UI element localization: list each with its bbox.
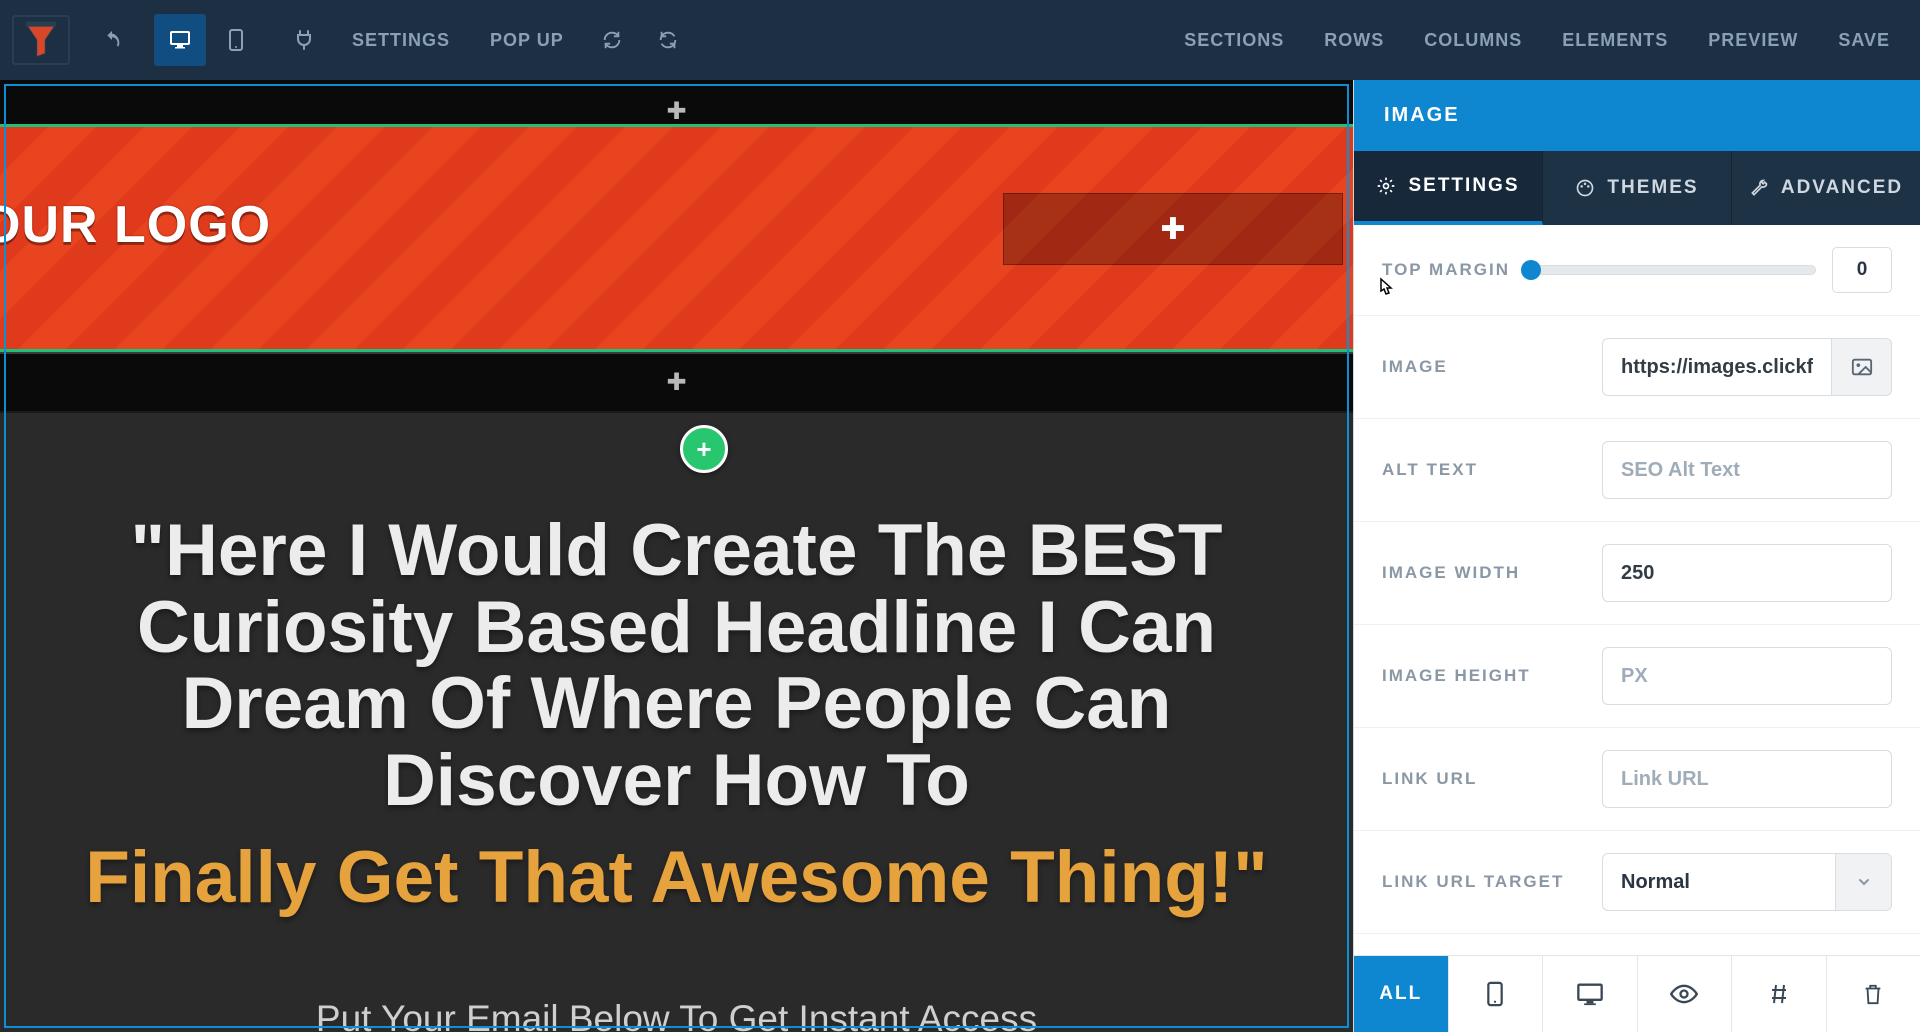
slider-thumb[interactable]	[1521, 260, 1541, 280]
link-url-input[interactable]	[1602, 750, 1892, 808]
funnel-icon	[24, 20, 58, 60]
wrench-icon	[1749, 178, 1769, 198]
section-header-dark[interactable]: ✚ OUR LOGO ✚ ✚	[0, 80, 1353, 413]
refresh-a-button[interactable]	[586, 14, 638, 66]
row-selected[interactable]: OUR LOGO ✚	[0, 124, 1353, 352]
tab-advanced-label: ADVANCED	[1781, 177, 1903, 199]
label-link-url-target: LINK URL TARGET	[1382, 872, 1564, 892]
plug-icon	[295, 29, 313, 51]
apps-button[interactable]	[278, 14, 330, 66]
label-image-height: IMAGE HEIGHT	[1382, 666, 1531, 686]
logo-placeholder-text[interactable]: OUR LOGO	[0, 195, 271, 255]
sections-button[interactable]: SECTIONS	[1166, 14, 1302, 66]
mobile-view-button[interactable]	[210, 14, 262, 66]
app-logo[interactable]	[12, 15, 70, 65]
footer-visibility-button[interactable]	[1638, 956, 1733, 1032]
editor-canvas[interactable]: ✚ OUR LOGO ✚ ✚ "Here I Would Create The …	[0, 80, 1353, 1032]
refresh-ccw-icon	[601, 29, 623, 51]
field-top-margin: TOP MARGIN	[1354, 225, 1920, 316]
select-value: Normal	[1603, 871, 1708, 894]
tab-settings[interactable]: SETTINGS	[1354, 151, 1543, 225]
footer-desktop-button[interactable]	[1543, 956, 1638, 1032]
cursor-pointer-icon	[1372, 276, 1398, 306]
hero-subheadline[interactable]: Put Your Email Below To Get Instant Acce…	[0, 998, 1353, 1032]
field-link-url: LINK URL	[1354, 728, 1920, 831]
alt-text-input[interactable]	[1602, 441, 1892, 499]
hash-icon	[1767, 982, 1791, 1006]
mobile-icon	[1485, 980, 1505, 1008]
label-link-url: LINK URL	[1382, 769, 1477, 789]
image-width-input[interactable]	[1602, 544, 1892, 602]
refresh-b-button[interactable]	[642, 14, 694, 66]
top-margin-slider[interactable]	[1530, 265, 1816, 275]
add-section-fab[interactable]: +	[680, 425, 728, 473]
eye-icon	[1670, 984, 1698, 1004]
settings-sidebar: IMAGE SETTINGS THEMES ADVANCED TOP MARGI…	[1353, 80, 1920, 1032]
footer-css-id-button[interactable]	[1732, 956, 1827, 1032]
popup-button[interactable]: POP UP	[472, 14, 582, 66]
tab-themes[interactable]: THEMES	[1543, 151, 1732, 225]
hero-headline-accent[interactable]: Finally Get That Awesome Thing!"	[0, 838, 1353, 918]
desktop-icon	[1576, 982, 1604, 1006]
tab-themes-label: THEMES	[1607, 177, 1698, 199]
hero-section[interactable]: "Here I Would Create The BEST Curiosity …	[0, 413, 1353, 1032]
field-image-height: IMAGE HEIGHT	[1354, 625, 1920, 728]
image-picker-button[interactable]	[1832, 338, 1892, 396]
undo-button[interactable]	[86, 14, 138, 66]
field-image-width: IMAGE WIDTH	[1354, 522, 1920, 625]
field-alt-text: ALT TEXT	[1354, 419, 1920, 522]
label-image-width: IMAGE WIDTH	[1382, 563, 1520, 583]
label-alt-text: ALT TEXT	[1382, 460, 1478, 480]
top-toolbar: SETTINGS POP UP SECTIONS ROWS COLUMNS EL…	[0, 0, 1920, 80]
tab-settings-label: SETTINGS	[1408, 175, 1519, 197]
footer-all-button[interactable]: ALL	[1354, 956, 1449, 1032]
chevron-down-icon	[1835, 854, 1891, 910]
tab-advanced[interactable]: ADVANCED	[1732, 151, 1920, 225]
palette-icon	[1575, 178, 1595, 198]
hero-headline[interactable]: "Here I Would Create The BEST Curiosity …	[0, 513, 1353, 820]
columns-button[interactable]: COLUMNS	[1406, 14, 1540, 66]
image-icon	[1851, 357, 1873, 377]
rows-button[interactable]: ROWS	[1306, 14, 1402, 66]
desktop-view-button[interactable]	[154, 14, 206, 66]
sidebar-body: TOP MARGIN IMAGE ALT TEXT	[1354, 225, 1920, 955]
preview-button[interactable]: PREVIEW	[1690, 14, 1816, 66]
sidebar-tabs: SETTINGS THEMES ADVANCED	[1354, 151, 1920, 225]
desktop-icon	[168, 28, 192, 52]
top-margin-value[interactable]	[1832, 247, 1892, 293]
mobile-icon	[227, 28, 245, 52]
field-link-url-target: LINK URL TARGET Normal	[1354, 831, 1920, 934]
image-url-input[interactable]	[1602, 338, 1832, 396]
gear-icon	[1376, 176, 1396, 196]
image-height-input[interactable]	[1602, 647, 1892, 705]
sidebar-footer: ALL	[1354, 955, 1920, 1032]
undo-icon	[101, 29, 123, 51]
save-button[interactable]: SAVE	[1820, 14, 1908, 66]
sidebar-title: IMAGE	[1354, 80, 1920, 151]
orange-header-row[interactable]: OUR LOGO ✚	[0, 127, 1353, 349]
refresh-cw-icon	[657, 29, 679, 51]
label-top-margin: TOP MARGIN	[1382, 260, 1510, 280]
label-image: IMAGE	[1382, 357, 1448, 377]
field-image: IMAGE	[1354, 316, 1920, 419]
add-row-gap: ✚	[0, 352, 1353, 413]
add-element-below[interactable]: ✚	[0, 354, 1353, 411]
add-element-top[interactable]: ✚	[0, 98, 1353, 124]
footer-delete-button[interactable]	[1827, 956, 1920, 1032]
elements-button[interactable]: ELEMENTS	[1544, 14, 1686, 66]
trash-icon	[1862, 981, 1884, 1007]
footer-mobile-button[interactable]	[1449, 956, 1544, 1032]
add-column-button[interactable]: ✚	[1003, 193, 1343, 265]
link-url-target-select[interactable]: Normal	[1602, 853, 1892, 911]
settings-button[interactable]: SETTINGS	[334, 14, 468, 66]
